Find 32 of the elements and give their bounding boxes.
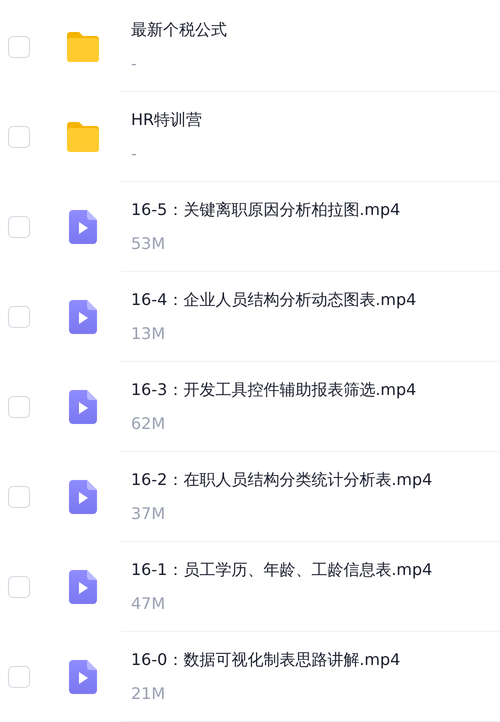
- video-file-icon: [69, 390, 97, 424]
- file-size: 37M: [131, 503, 166, 525]
- checkbox[interactable]: [8, 396, 30, 418]
- checkbox[interactable]: [8, 666, 30, 688]
- file-size: 13M: [131, 323, 166, 345]
- video-file-icon: [69, 480, 97, 514]
- file-name: HR特训营: [131, 109, 202, 131]
- file-name: 16-0：数据可视化制表思路讲解.mp4: [131, 649, 400, 671]
- folder-icon: [65, 121, 101, 153]
- checkbox[interactable]: [8, 576, 30, 598]
- file-name: 16-5：关键离职原因分析柏拉图.mp4: [131, 199, 400, 221]
- file-name: 16-4：企业人员结构分析动态图表.mp4: [131, 289, 416, 311]
- folder-icon: [65, 31, 101, 63]
- checkbox[interactable]: [8, 486, 30, 508]
- file-name: 最新个税公式: [131, 19, 227, 41]
- video-file-icon: [69, 660, 97, 694]
- file-size: 47M: [131, 593, 166, 615]
- file-size: -: [131, 53, 137, 75]
- video-file-icon: [69, 300, 97, 334]
- checkbox[interactable]: [8, 126, 30, 148]
- video-file-icon: [69, 570, 97, 604]
- file-size: 62M: [131, 413, 166, 435]
- video-file-icon: [69, 210, 97, 244]
- file-size: -: [131, 143, 137, 165]
- file-size: 21M: [131, 683, 166, 705]
- file-name: 16-2：在职人员结构分类统计分析表.mp4: [131, 469, 432, 491]
- file-size: 53M: [131, 233, 166, 255]
- checkbox[interactable]: [8, 36, 30, 58]
- checkbox[interactable]: [8, 216, 30, 238]
- checkbox[interactable]: [8, 306, 30, 328]
- file-name: 16-3：开发工具控件辅助报表筛选.mp4: [131, 379, 416, 401]
- file-name: 16-1：员工学历、年龄、工龄信息表.mp4: [131, 559, 432, 581]
